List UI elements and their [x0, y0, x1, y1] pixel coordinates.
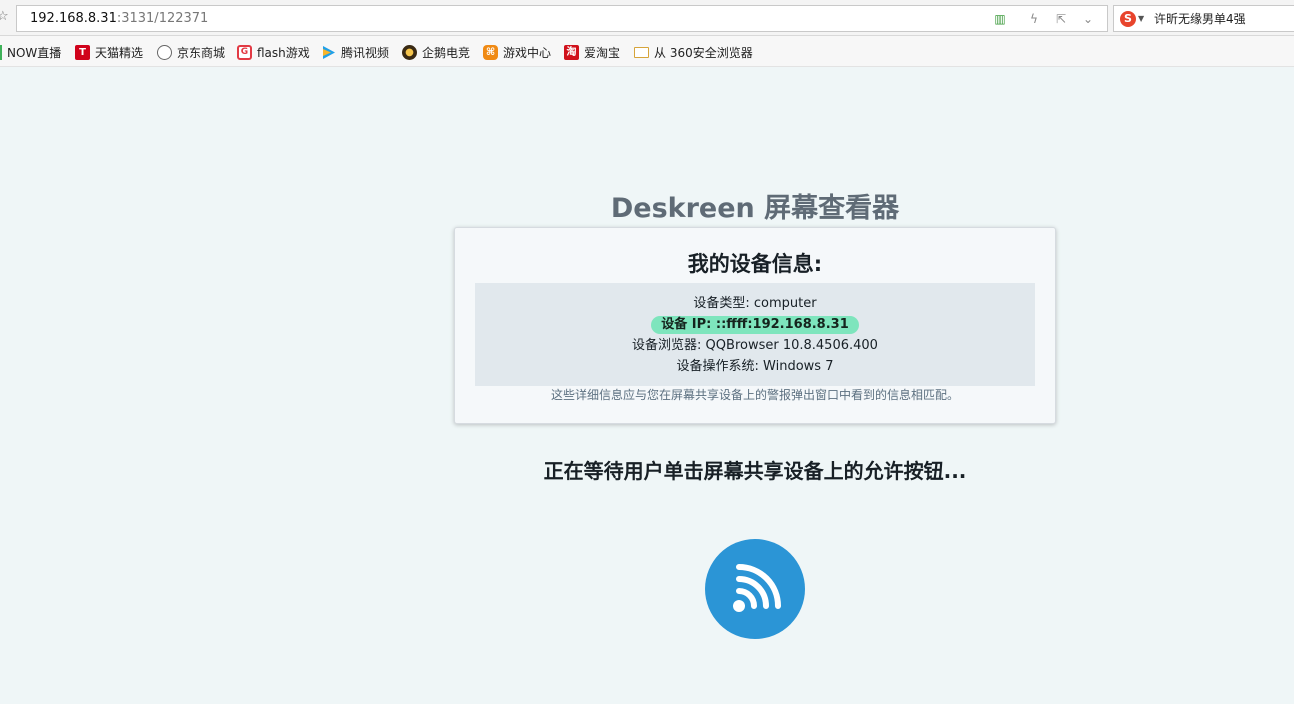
card-title: 我的设备信息:: [687, 252, 823, 276]
device-ip-line: 设备 IP: ::ffff:192.168.8.31: [475, 316, 1035, 334]
dropdown-caret-icon[interactable]: ▼: [1138, 11, 1144, 27]
address-host: 192.168.8.31: [30, 11, 117, 26]
bookmark-game-center[interactable]: ⌘ 游戏中心: [483, 44, 551, 60]
search-input[interactable]: 许昕无缘男单4强: [1154, 11, 1246, 27]
bookmark-label: flash游戏: [257, 45, 310, 60]
bookmark-tencent-video[interactable]: 腾讯视频: [321, 44, 389, 60]
search-bar[interactable]: S ▼ 许昕无缘男单4强: [1113, 5, 1294, 32]
bookmark-flash-games[interactable]: G flash游戏: [237, 44, 310, 60]
wifi-signal-icon: [705, 539, 805, 639]
bookmark-label: 企鹅电竞: [422, 45, 471, 60]
lightning-icon[interactable]: ϟ: [1027, 12, 1041, 26]
bookmark-ai-taobao[interactable]: 淘 爱淘宝: [564, 44, 620, 60]
browser-toolbar: ☆ 192.168.8.31:3131/122371 ▥ ϟ ⇱ ⌄ S ▼ 许…: [0, 0, 1294, 36]
bookmark-jd[interactable]: 京东商城: [157, 44, 225, 60]
card-note: 这些详细信息应与您在屏幕共享设备上的警报弹出窗口中看到的信息相匹配。: [550, 388, 959, 402]
device-info-card: 我的设备信息: 设备类型: computer 设备 IP: ::ffff:192…: [454, 227, 1056, 424]
flash-games-icon: G: [237, 44, 252, 60]
bookmark-label: 京东商城: [177, 45, 226, 60]
bookmark-label: 游戏中心: [503, 45, 552, 60]
device-browser: 设备浏览器: QQBrowser 10.8.4506.400: [632, 338, 878, 353]
reader-mode-icon[interactable]: ▥: [993, 12, 1007, 26]
folder-icon: [634, 46, 649, 58]
share-icon[interactable]: ⇱: [1054, 12, 1068, 26]
bookmark-label: 爱淘宝: [584, 45, 621, 60]
favorite-star-icon[interactable]: ☆: [0, 10, 11, 24]
gamepad-icon: ⌘: [483, 44, 498, 60]
tmall-icon: T: [75, 44, 90, 60]
tencent-video-icon: [321, 45, 336, 60]
waiting-message: 正在等待用户单击屏幕共享设备上的允许按钮...: [543, 459, 967, 483]
bookmark-label: 从 360安全浏览器: [654, 45, 753, 60]
bookmark-folder-360[interactable]: 从 360安全浏览器: [634, 44, 753, 60]
bookmark-tmall[interactable]: T 天猫精选: [75, 44, 143, 60]
bookmark-label: 腾讯视频: [341, 45, 390, 60]
address-url[interactable]: 192.168.8.31:3131/122371: [30, 11, 208, 27]
page-title: Deskreen 屏幕查看器: [610, 193, 900, 224]
device-type: 设备类型: computer: [693, 296, 817, 311]
bookmark-label: 天猫精选: [95, 45, 144, 60]
bookmark-penguin-esports[interactable]: ● 企鹅电竞: [402, 44, 470, 60]
device-info-box: 设备类型: computer 设备 IP: ::ffff:192.168.8.3…: [475, 283, 1035, 386]
bookmark-now-live[interactable]: NOW直播: [0, 44, 61, 60]
globe-icon: [157, 44, 172, 60]
device-ip: 设备 IP: ::ffff:192.168.8.31: [651, 316, 859, 334]
address-bar[interactable]: 192.168.8.31:3131/122371 ▥ ϟ ⇱ ⌄: [16, 5, 1108, 32]
bookmark-label: NOW直播: [7, 45, 62, 60]
now-live-icon: [0, 44, 2, 60]
address-port-path: :3131/122371: [116, 11, 209, 26]
ai-taobao-icon: 淘: [564, 44, 579, 60]
chevron-down-icon[interactable]: ⌄: [1081, 12, 1095, 26]
sogou-icon[interactable]: S: [1120, 11, 1136, 27]
bookmarks-bar: NOW直播 T 天猫精选 京东商城 G flash游戏 腾讯视频 ● 企鹅电竞 …: [0, 36, 1294, 67]
device-os: 设备操作系统: Windows 7: [676, 359, 834, 374]
penguin-esports-icon: ●: [402, 44, 417, 60]
